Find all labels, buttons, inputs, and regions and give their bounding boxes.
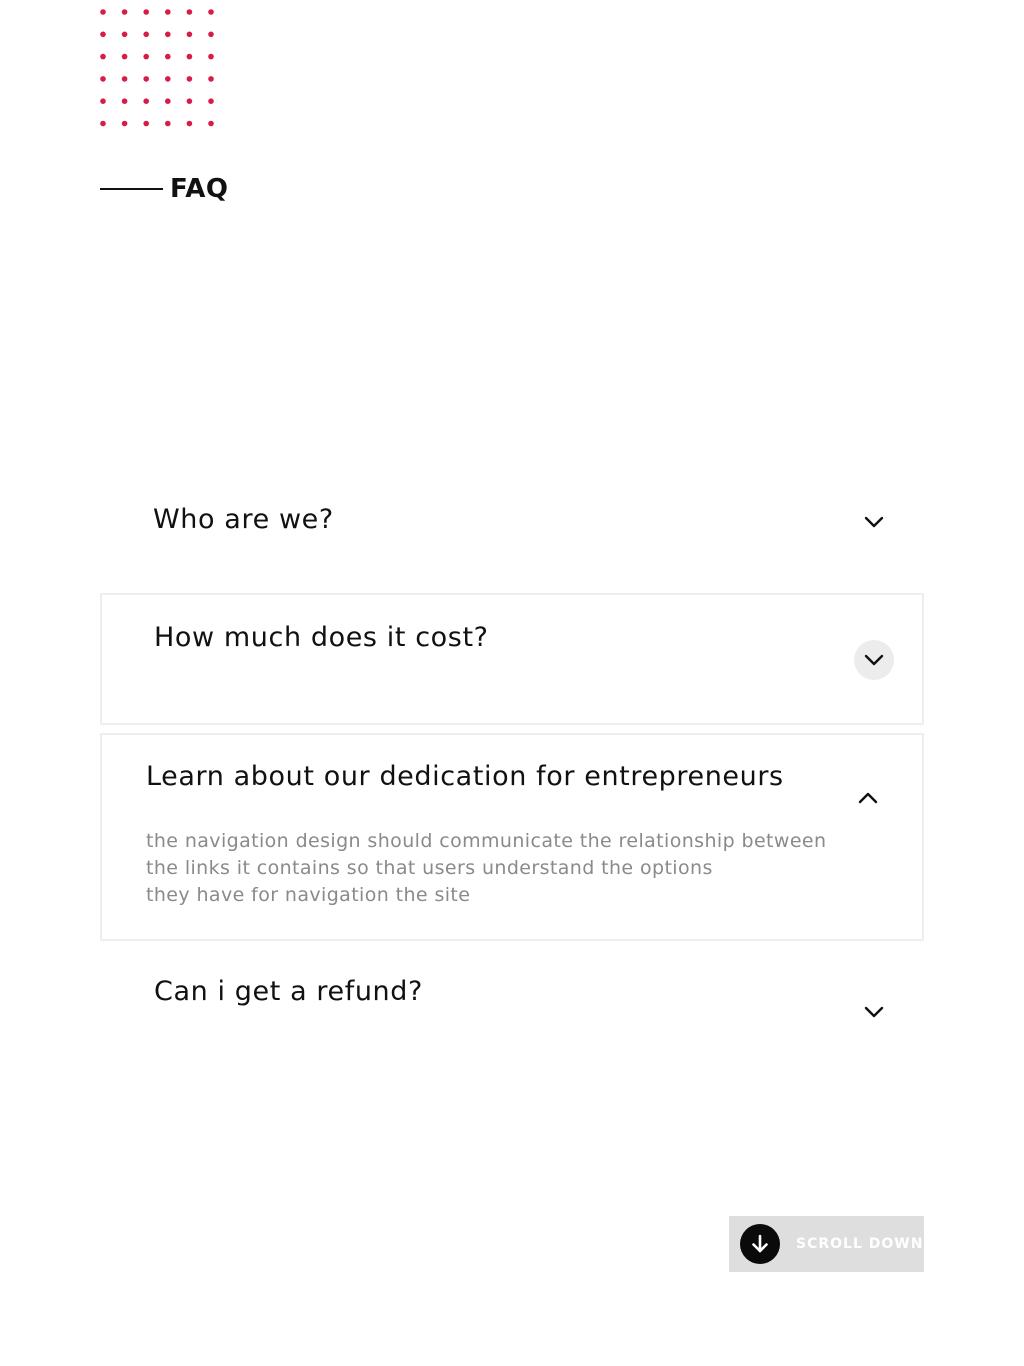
decorative-dot	[165, 98, 171, 104]
decorative-dot	[186, 31, 193, 38]
faq-item-who-are-we[interactable]: Who are we?	[100, 480, 924, 570]
section-heading: FAQ	[100, 172, 229, 206]
decorative-dot	[121, 9, 128, 15]
decorative-dot	[100, 53, 106, 60]
decorative-dot	[143, 9, 149, 15]
decorative-dot	[208, 9, 214, 15]
decorative-dot	[165, 31, 171, 38]
decorative-dot	[143, 98, 149, 104]
faq-item-refund[interactable]: Can i get a refund?	[100, 950, 924, 1060]
decorative-dot	[208, 76, 214, 82]
decorative-dot	[143, 31, 149, 38]
decorative-dot	[208, 120, 214, 127]
decorative-dot	[186, 98, 193, 104]
scroll-down-label[interactable]: SCROLL DOWN	[796, 1236, 923, 1252]
decorative-dot	[186, 53, 193, 60]
decorative-dot	[100, 76, 106, 82]
faq-toggle[interactable]	[848, 778, 888, 818]
decorative-dot	[208, 31, 214, 38]
faq-item-cost[interactable]: How much does it cost?	[100, 593, 924, 725]
decorative-dot	[186, 9, 193, 15]
decorative-dot	[100, 120, 106, 127]
faq-toggle[interactable]	[854, 640, 894, 680]
decorative-dot	[100, 98, 106, 104]
section-title: FAQ	[170, 174, 229, 204]
decorative-dot	[121, 120, 128, 127]
decorative-dot-grid	[97, 6, 217, 130]
chevron-down-icon	[864, 516, 884, 528]
decorative-dot	[208, 53, 214, 60]
chevron-down-icon	[864, 654, 884, 666]
faq-item-entrepreneurs[interactable]: Learn about our dedication for entrepren…	[100, 733, 924, 941]
decorative-dot	[100, 31, 106, 38]
decorative-dot	[186, 120, 193, 127]
faq-answer: the navigation design should communicate…	[146, 830, 827, 906]
decorative-dot	[121, 53, 128, 60]
arrow-down-icon	[752, 1234, 768, 1253]
chevron-up-icon	[858, 792, 878, 804]
decorative-dot	[186, 76, 193, 82]
scroll-down-button[interactable]: SCROLL DOWN	[729, 1216, 924, 1272]
decorative-dot	[143, 120, 149, 127]
decorative-dot	[121, 76, 128, 82]
decorative-dot	[121, 98, 128, 104]
scroll-down-circle[interactable]	[740, 1224, 780, 1264]
decorative-dot	[121, 31, 128, 38]
decorative-dot	[143, 76, 149, 82]
decorative-dot	[100, 9, 106, 15]
decorative-dot	[165, 76, 171, 82]
decorative-dot	[165, 53, 171, 60]
faq-toggle[interactable]	[854, 992, 894, 1032]
decorative-dot	[143, 53, 149, 60]
heading-rule	[100, 188, 163, 190]
faq-toggle[interactable]	[854, 502, 894, 542]
decorative-dot	[208, 98, 214, 104]
faq-question[interactable]: Learn about our dedication for entrepren…	[146, 759, 784, 795]
faq-question[interactable]: Can i get a refund?	[154, 974, 423, 1010]
decorative-dot	[165, 9, 171, 15]
chevron-down-icon	[864, 1006, 884, 1018]
decorative-dot	[165, 120, 171, 127]
faq-question[interactable]: How much does it cost?	[154, 620, 489, 656]
faq-question[interactable]: Who are we?	[153, 502, 334, 538]
